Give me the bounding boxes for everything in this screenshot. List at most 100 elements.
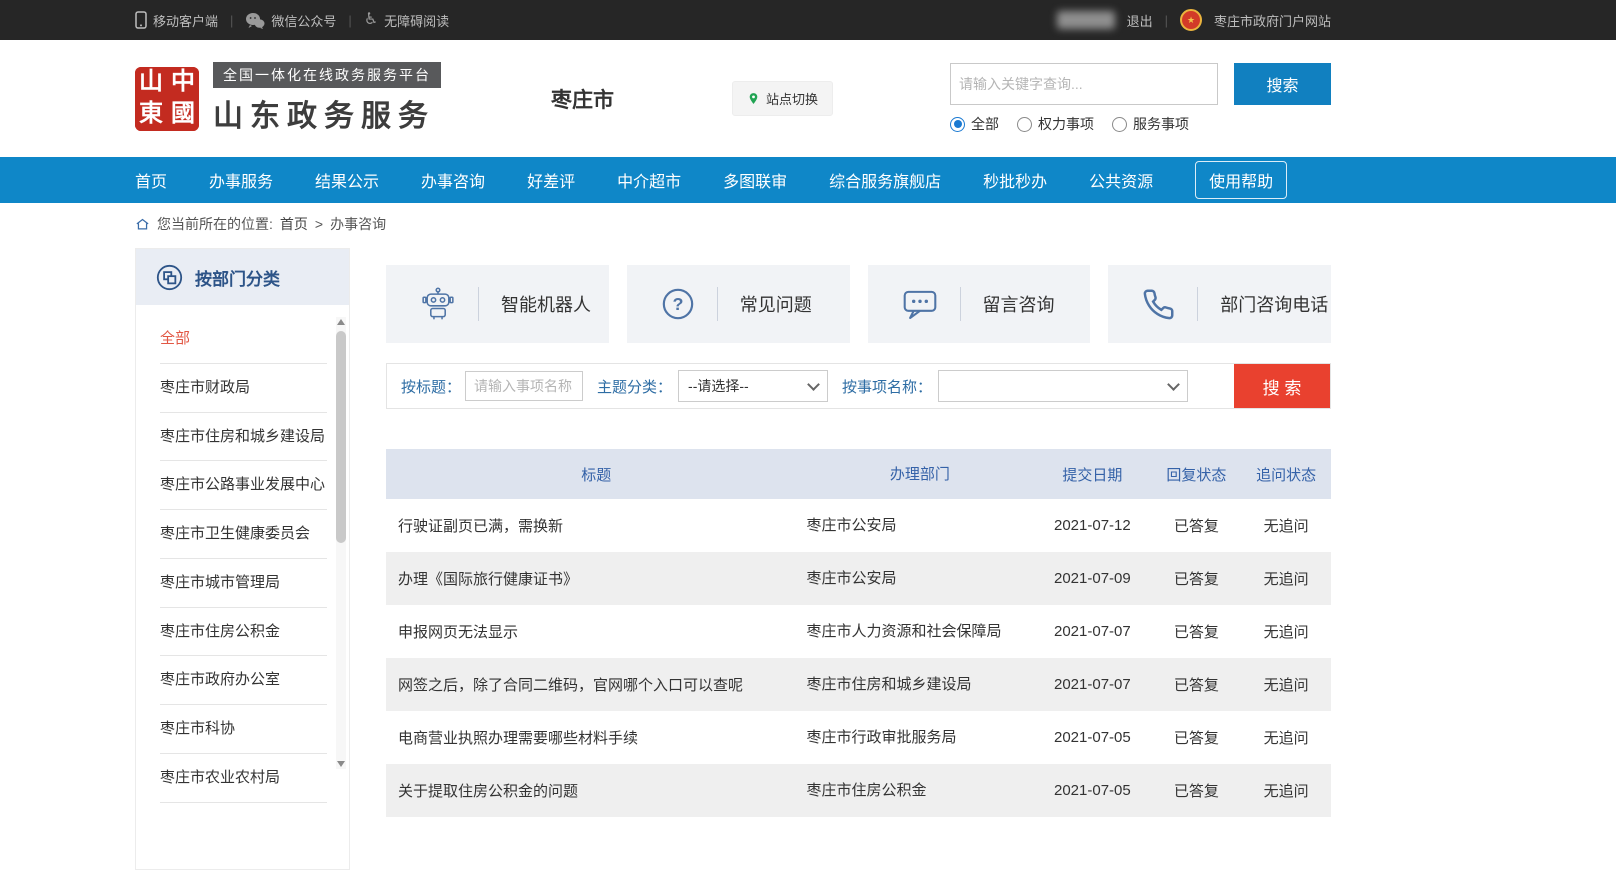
sidebar-item-department[interactable]: 枣庄市政府办公室 (160, 656, 327, 705)
sidebar-item-department[interactable]: 枣庄市农业农村局 (160, 754, 327, 803)
row-reply-status: 已答复 (1151, 515, 1241, 536)
nav-item[interactable]: 综合服务旗舰店 (829, 168, 941, 192)
national-emblem-icon: ★ (1180, 9, 1202, 31)
platform-plate: 全国一体化在线政务服务平台 (213, 62, 441, 88)
sidebar-scrollbar[interactable] (336, 317, 346, 769)
column-header-title: 标题 (386, 464, 807, 485)
nav-item[interactable]: 秒批秒办 (983, 168, 1047, 192)
sidebar-item-department[interactable]: 枣庄市城市管理局 (160, 559, 327, 608)
scroll-down-icon[interactable] (337, 761, 345, 767)
accessibility-label: 无障碍阅读 (384, 11, 449, 30)
sidebar-item-department[interactable]: 枣庄市卫生健康委员会 (160, 510, 327, 559)
scrollbar-thumb[interactable] (336, 331, 346, 543)
phone-icon (1142, 288, 1175, 321)
filter-title-input[interactable] (465, 371, 583, 401)
logout-link[interactable]: 退出 (1127, 11, 1153, 30)
radio-label: 全部 (971, 114, 999, 134)
nav-item[interactable]: 使用帮助 (1195, 161, 1287, 199)
site-switch-label: 站点切换 (766, 89, 818, 108)
table-row: 申报网页无法显示 枣庄市人力资源和社会保障局 2021-07-07 已答复 无追… (386, 605, 1331, 658)
chevron-down-icon (1167, 378, 1180, 391)
row-submit-date: 2021-07-07 (1033, 623, 1151, 640)
nav-item[interactable]: 办事咨询 (421, 168, 485, 192)
nav-item[interactable]: 结果公示 (315, 168, 379, 192)
sidebar-item-department[interactable]: 枣庄市住房公积金 (160, 608, 327, 657)
location-pin-icon (747, 92, 760, 105)
row-followup-status: 无追问 (1241, 727, 1331, 748)
sidebar-item-department[interactable]: 枣庄市财政局 (160, 364, 327, 413)
search-scope-radio[interactable]: 权力事项 (1017, 114, 1094, 134)
nav-item[interactable]: 好差评 (527, 168, 575, 192)
card-smart-robot[interactable]: 智能机器人 (386, 265, 609, 343)
wechat-link[interactable]: 微信公众号 (245, 11, 336, 30)
sidebar-title: 按部门分类 (195, 265, 280, 290)
site-header: 山 中 東 國 全国一体化在线政务服务平台 山东政务服务 枣庄市 站点切换 搜索 (0, 40, 1616, 157)
sidebar-item-department[interactable]: 枣庄市住房和城乡建设局 (160, 413, 327, 462)
sidebar-item-department[interactable]: 全部 (160, 315, 327, 364)
breadcrumb-separator: > (315, 216, 323, 232)
row-department: 枣庄市行政审批服务局 (807, 724, 1034, 751)
row-title-link[interactable]: 行驶证副页已满，需换新 (386, 515, 807, 536)
divider (960, 287, 961, 321)
row-title-link[interactable]: 办理《国际旅行健康证书》 (386, 568, 807, 589)
scroll-up-icon[interactable] (337, 319, 345, 325)
keyword-search-button[interactable]: 搜索 (1234, 63, 1331, 105)
row-reply-status: 已答复 (1151, 780, 1241, 801)
portal-link[interactable]: 枣庄市政府门户网站 (1214, 11, 1331, 30)
nav-item[interactable]: 中介超市 (617, 168, 681, 192)
row-submit-date: 2021-07-05 (1033, 729, 1151, 746)
filter-title-label: 按标题： (401, 376, 461, 397)
row-submit-date: 2021-07-07 (1033, 676, 1151, 693)
card-message-consult[interactable]: 留言咨询 (868, 265, 1091, 343)
table-row: 关于提取住房公积金的问题 枣庄市住房公积金 2021-07-05 已答复 无追问 (386, 764, 1331, 817)
breadcrumb-prefix: 您当前所在的位置: (157, 214, 273, 234)
nav-item[interactable]: 多图联审 (723, 168, 787, 192)
accessibility-link[interactable]: ♿ 无障碍阅读 (364, 11, 449, 30)
radio-label: 服务事项 (1133, 114, 1189, 134)
consultation-filter-bar: 按标题： 主题分类： --请选择-- 按事项名称： 搜 索 (386, 363, 1331, 409)
robot-icon (420, 286, 456, 322)
breadcrumb-current: 办事咨询 (330, 214, 386, 234)
keyword-search-input[interactable] (950, 63, 1218, 105)
accessibility-icon: ♿ (364, 12, 378, 28)
row-submit-date: 2021-07-05 (1033, 782, 1151, 799)
nav-item[interactable]: 办事服务 (209, 168, 273, 192)
separator: | (230, 13, 233, 28)
nav-item[interactable]: 公共资源 (1089, 168, 1153, 192)
row-submit-date: 2021-07-09 (1033, 570, 1151, 587)
row-followup-status: 无追问 (1241, 674, 1331, 695)
row-reply-status: 已答复 (1151, 621, 1241, 642)
row-title-link[interactable]: 申报网页无法显示 (386, 621, 807, 642)
table-row: 网签之后，除了合同二维码，官网哪个入口可以查呢 枣庄市住房和城乡建设局 2021… (386, 658, 1331, 711)
card-department-phone[interactable]: 部门咨询电话 (1108, 265, 1331, 343)
sidebar-item-department[interactable]: 枣庄市公路事业发展中心 (160, 461, 327, 510)
row-department: 枣庄市公安局 (807, 565, 1034, 592)
filter-search-button[interactable]: 搜 索 (1234, 364, 1330, 408)
wechat-icon (245, 12, 265, 29)
row-title-link[interactable]: 电商营业执照办理需要哪些材料手续 (386, 727, 807, 748)
home-icon (135, 217, 150, 232)
filter-item-select[interactable] (938, 370, 1188, 402)
search-scope-radio[interactable]: 服务事项 (1112, 114, 1189, 134)
card-label: 留言咨询 (983, 291, 1055, 317)
row-title-link[interactable]: 网签之后，除了合同二维码，官网哪个入口可以查呢 (386, 674, 807, 695)
card-faq[interactable]: ? 常见问题 (627, 265, 850, 343)
filter-category-value: --请选择-- (688, 376, 749, 396)
table-header-row: 标题 办理部门 提交日期 回复状态 追问状态 (386, 449, 1331, 499)
svg-text:?: ? (672, 294, 683, 314)
row-department: 枣庄市公安局 (807, 512, 1034, 539)
mobile-app-link[interactable]: 移动客户端 (135, 11, 218, 30)
nav-item[interactable]: 首页 (135, 168, 167, 192)
site-switch-button[interactable]: 站点切换 (732, 81, 833, 116)
search-scope-radio[interactable]: 全部 (950, 114, 999, 134)
table-row: 办理《国际旅行健康证书》 枣庄市公安局 2021-07-09 已答复 无追问 (386, 552, 1331, 605)
question-icon: ? (661, 287, 695, 321)
filter-category-select[interactable]: --请选择-- (678, 370, 828, 402)
radio-dot-icon (1112, 117, 1127, 132)
breadcrumb-home-link[interactable]: 首页 (280, 214, 308, 234)
separator: | (348, 13, 351, 28)
row-title-link[interactable]: 关于提取住房公积金的问题 (386, 780, 807, 801)
wechat-label: 微信公众号 (271, 11, 336, 30)
mobile-app-label: 移动客户端 (153, 11, 218, 30)
sidebar-item-department[interactable]: 枣庄市科协 (160, 705, 327, 754)
